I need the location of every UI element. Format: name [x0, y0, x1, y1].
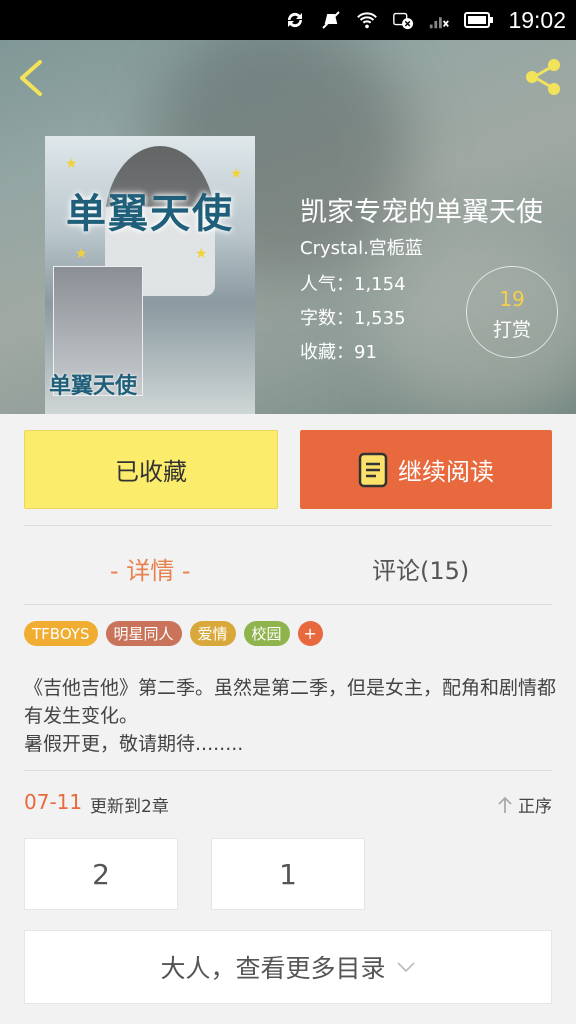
word-count-stat: 字数：1,535 — [300, 308, 406, 329]
status-bar: 19:02 — [0, 0, 576, 40]
tag-celebrity-fanfic[interactable]: 明星同人 — [105, 621, 182, 646]
star-icon: ★ — [230, 166, 243, 182]
divider — [24, 770, 552, 771]
sort-toggle[interactable]: 正序 — [496, 792, 552, 817]
favorites-stat: 收藏：91 — [300, 342, 377, 363]
arrow-up-icon — [498, 796, 512, 813]
book-header: 单翼天使 单翼天使 ★ ★ ★ ★ 凯家专宠的单翼天使 Crystal.宫栀蓝 … — [0, 40, 576, 414]
battery-icon — [464, 9, 494, 31]
chevron-down-icon — [396, 962, 415, 973]
sort-label: 正序 — [518, 797, 552, 817]
book-cover[interactable]: 单翼天使 单翼天使 ★ ★ ★ ★ — [45, 136, 255, 414]
sim-off-icon — [392, 9, 414, 31]
signal-icon — [428, 9, 450, 31]
tab-comments[interactable]: 评论(15) — [372, 546, 469, 590]
favorited-label: 已收藏 — [115, 458, 187, 486]
star-icon: ★ — [75, 246, 88, 262]
share-icon — [526, 59, 560, 95]
star-icon: ★ — [65, 156, 78, 172]
tip-button[interactable]: 19 打赏 — [466, 266, 558, 358]
clock: 19:02 — [508, 6, 566, 33]
chapter-item[interactable]: 1 — [211, 838, 365, 910]
tag-tfboys[interactable]: TFBOYS — [24, 621, 98, 646]
divider — [24, 604, 552, 605]
chapter-item[interactable]: 2 — [24, 838, 178, 910]
wifi-icon — [356, 9, 378, 31]
book-author[interactable]: Crystal.宫栀蓝 — [300, 234, 423, 260]
tag-campus[interactable]: 校园 — [243, 621, 290, 646]
tag-romance[interactable]: 爱情 — [189, 621, 236, 646]
tag-list: TFBOYS 明星同人 爱情 校园 + — [24, 621, 323, 646]
book-description: 《吉他吉他》第二季。虽然是第二季，但是女主，配角和剧情都有发生变化。 暑假开更，… — [24, 677, 557, 755]
continue-reading-button[interactable]: 继续阅读 — [300, 430, 552, 509]
mute-icon — [320, 9, 342, 31]
view-more-label: 大人，查看更多目录 — [160, 954, 386, 983]
tab-details[interactable]: - 详情 - — [110, 546, 191, 590]
favorited-button[interactable]: 已收藏 — [24, 430, 278, 509]
share-button[interactable] — [522, 56, 564, 98]
book-title: 凯家专宠的单翼天使 — [300, 197, 543, 228]
tip-count: 19 — [499, 287, 525, 311]
star-icon: ★ — [195, 246, 208, 262]
popularity-stat: 人气：1,154 — [300, 274, 406, 295]
update-date: 07-11 — [24, 790, 83, 814]
view-more-catalog-button[interactable]: 大人，查看更多目录 — [24, 930, 552, 1004]
back-button[interactable] — [14, 58, 50, 98]
sync-icon — [284, 9, 306, 31]
update-text: 更新到2章 — [90, 797, 169, 817]
divider — [24, 525, 552, 526]
tip-label: 打赏 — [492, 319, 531, 341]
continue-reading-label: 继续阅读 — [398, 458, 494, 486]
cover-title: 单翼天使 — [66, 190, 234, 237]
chevron-left-icon — [20, 60, 42, 96]
add-tag-button[interactable]: + — [297, 621, 323, 646]
book-icon — [358, 452, 388, 487]
cover-title-small: 单翼天使 — [49, 373, 138, 399]
